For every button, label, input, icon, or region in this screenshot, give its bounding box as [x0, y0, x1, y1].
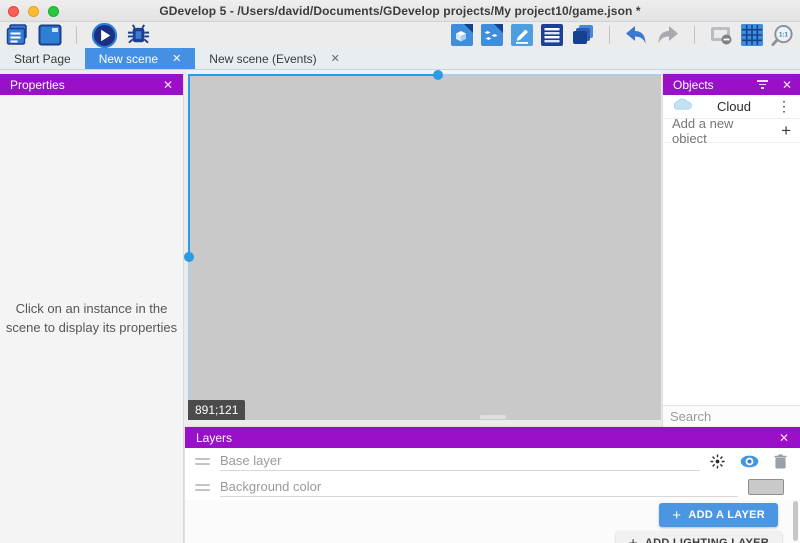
tab-label: Start Page	[14, 52, 71, 66]
toolbar-divider	[694, 26, 695, 44]
edit-object-groups-icon[interactable]	[481, 24, 503, 46]
zoom-reset-icon[interactable]: 1:1	[771, 24, 794, 47]
search-input[interactable]	[670, 409, 800, 424]
objects-panel-header: Objects ✕	[663, 74, 800, 95]
objects-panel-title: Objects	[673, 78, 757, 92]
close-tab-icon[interactable]: ✕	[331, 52, 340, 65]
objects-panel: Objects ✕ Cloud ⋮ Add a new object +	[663, 74, 800, 427]
layer-name-input[interactable]	[220, 451, 700, 471]
start-page-icon[interactable]	[38, 24, 62, 46]
add-layer-button[interactable]: + ADD A LAYER	[659, 503, 778, 527]
background-color-input[interactable]	[220, 477, 738, 497]
toolbar-right-group: 1:1	[451, 24, 794, 47]
add-layer-button-label: ADD A LAYER	[688, 509, 765, 521]
close-icon[interactable]: ✕	[782, 78, 792, 92]
properties-panel: Properties ✕ Click on an instance in the…	[0, 74, 184, 543]
layers-panel-title: Layers	[196, 431, 779, 445]
selection-handle-left[interactable]	[184, 252, 194, 262]
project-manager-icon[interactable]	[6, 24, 30, 46]
objects-search-bar	[663, 405, 800, 427]
plus-icon: +	[781, 122, 791, 139]
editor-main-area: Properties ✕ Click on an instance in the…	[0, 70, 800, 543]
titlebar: GDevelop 5 - /Users/david/Documents/GDev…	[0, 0, 800, 22]
canvas-surface[interactable]	[188, 75, 661, 420]
object-menu-icon[interactable]: ⋮	[774, 98, 794, 115]
plus-icon: +	[629, 535, 638, 543]
toolbar-divider	[609, 26, 610, 44]
window-controls	[8, 0, 59, 22]
object-name: Cloud	[694, 99, 774, 114]
layer-row-base-layer	[185, 448, 800, 474]
svg-text:1:1: 1:1	[779, 31, 789, 38]
layer-visibility-eye-icon[interactable]	[740, 455, 759, 468]
layer-effects-icon[interactable]	[710, 454, 725, 469]
edit-scene-properties-icon[interactable]	[511, 24, 533, 46]
layer-actions	[710, 454, 790, 469]
selection-border-top-line	[188, 74, 438, 76]
edit-objects-icon[interactable]	[451, 24, 473, 46]
window-title: GDevelop 5 - /Users/david/Documents/GDev…	[0, 4, 800, 18]
background-color-swatch[interactable]	[748, 479, 784, 495]
properties-panel-header: Properties ✕	[0, 74, 183, 95]
add-object-button[interactable]: Add a new object +	[663, 119, 800, 143]
close-icon[interactable]: ✕	[163, 78, 173, 92]
open-events-icon[interactable]	[541, 24, 563, 46]
toolbar-divider	[76, 26, 77, 44]
layer-row-background-color	[185, 474, 800, 500]
cloud-object-icon	[671, 98, 694, 116]
close-window-button[interactable]	[8, 6, 19, 17]
toolbar-left-group	[6, 22, 151, 49]
layers-panel-header: Layers ✕	[185, 427, 800, 448]
close-tab-icon[interactable]: ✕	[172, 52, 181, 65]
add-lighting-layer-button[interactable]: + ADD LIGHTING LAYER	[616, 531, 782, 543]
tab-new-scene[interactable]: New scene ✕	[85, 48, 196, 69]
tab-label: New scene (Events)	[209, 52, 316, 66]
delete-layer-trash-icon[interactable]	[774, 454, 787, 469]
toggle-grid-icon[interactable]	[741, 24, 763, 46]
vertical-scrollbar[interactable]	[793, 501, 798, 541]
close-icon[interactable]: ✕	[779, 431, 789, 445]
filter-icon[interactable]	[757, 80, 768, 89]
horizontal-scrollbar[interactable]	[480, 415, 506, 419]
debug-icon[interactable]	[126, 24, 151, 47]
play-preview-icon[interactable]	[91, 22, 118, 49]
selection-handle-top[interactable]	[433, 70, 443, 80]
gdevelop-window: GDevelop 5 - /Users/david/Documents/GDev…	[0, 0, 800, 543]
selection-border-left-line	[188, 74, 190, 258]
layers-panel: Layers ✕	[185, 427, 800, 543]
properties-panel-title: Properties	[10, 78, 163, 92]
scene-canvas[interactable]: 891;121	[188, 70, 661, 420]
tab-start-page[interactable]: Start Page	[0, 48, 85, 69]
minimize-window-button[interactable]	[28, 6, 39, 17]
objects-list-empty-space	[663, 143, 800, 405]
add-object-label: Add a new object	[672, 116, 769, 146]
layers-toolbar-icon[interactable]	[571, 24, 595, 46]
undo-icon[interactable]	[624, 24, 648, 46]
zoom-window-button[interactable]	[48, 6, 59, 17]
cursor-coordinates-label: 891;121	[188, 400, 245, 420]
main-toolbar: 1:1	[0, 22, 800, 48]
redo-icon[interactable]	[656, 24, 680, 46]
tab-new-scene-events[interactable]: New scene (Events) ✕	[195, 48, 354, 69]
toggle-mask-icon[interactable]	[709, 24, 733, 46]
drag-handle-icon[interactable]	[195, 458, 210, 465]
properties-empty-message: Click on an instance in the scene to dis…	[6, 300, 178, 338]
drag-handle-icon[interactable]	[195, 484, 210, 491]
tab-label: New scene	[99, 52, 158, 66]
add-lighting-layer-button-label: ADD LIGHTING LAYER	[645, 537, 769, 543]
tab-bar: Start Page New scene ✕ New scene (Events…	[0, 48, 800, 70]
plus-icon: +	[672, 507, 681, 524]
